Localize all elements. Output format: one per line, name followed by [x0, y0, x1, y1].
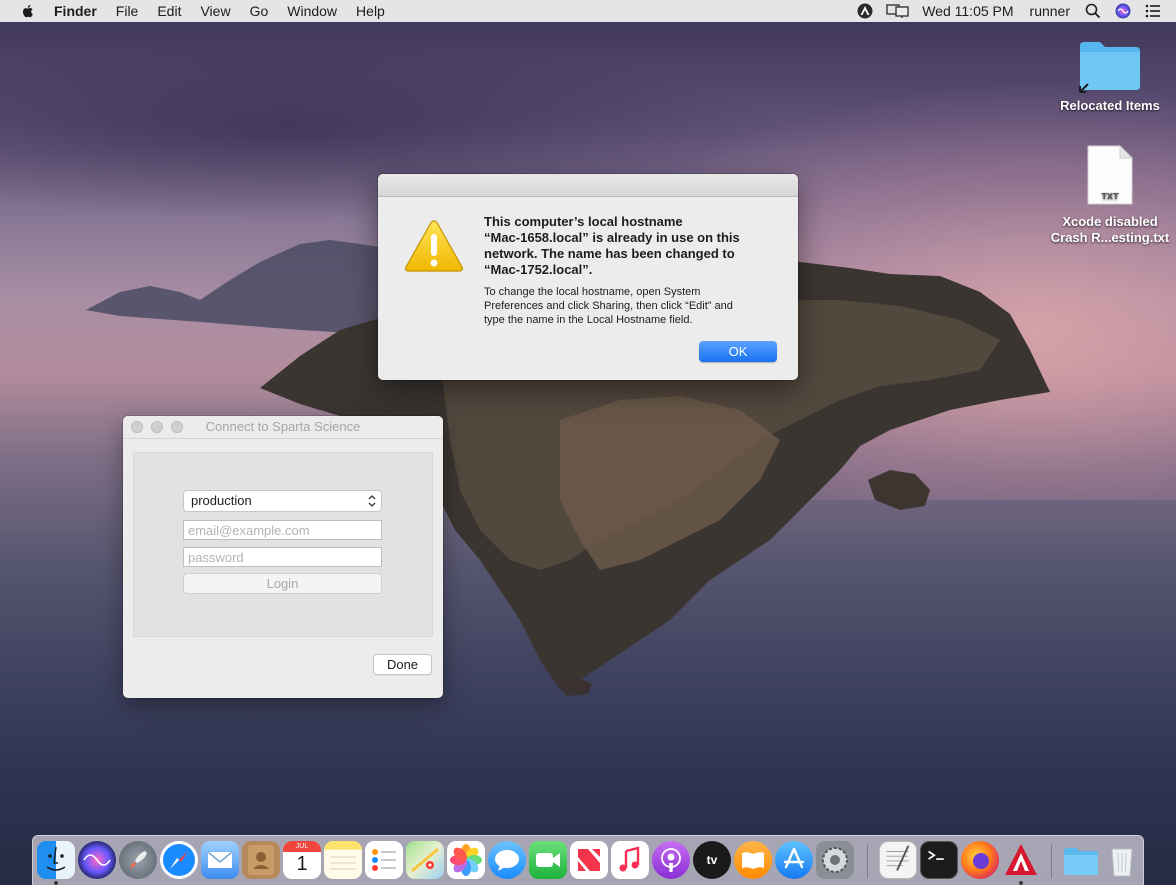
search-icon[interactable] [1084, 2, 1102, 20]
apple-tv-icon[interactable]: tv [693, 841, 731, 879]
environment-select-value: production [191, 493, 252, 508]
menu-extras: Wed 11:05 PM runner [856, 0, 1176, 22]
siri-dock-icon[interactable] [78, 841, 116, 879]
safari-icon[interactable] [160, 841, 198, 879]
firefox-icon[interactable] [961, 841, 999, 879]
desktop-item-label: Relocated Items [1060, 98, 1160, 113]
menu-window[interactable]: Window [287, 3, 337, 19]
login-button[interactable]: Login [183, 573, 382, 594]
alert-message-body: To change the local hostname, open Syste… [484, 285, 774, 327]
desktop-item-label-line1: Xcode disabled [1062, 214, 1158, 229]
alert-titlebar[interactable] [378, 174, 798, 197]
music-icon[interactable] [611, 841, 649, 879]
display-mirroring-icon[interactable] [886, 2, 910, 20]
ok-button[interactable]: OK [699, 341, 777, 362]
menubar-clock[interactable]: Wed 11:05 PM [922, 3, 1013, 19]
menu-help[interactable]: Help [356, 3, 385, 19]
trash-icon[interactable] [1103, 841, 1141, 879]
folder-alias-icon [1079, 42, 1140, 93]
password-field[interactable] [183, 547, 382, 567]
hostname-alert-dialog: This computer’s local hostname “Mac-1658… [378, 174, 798, 380]
launchpad-icon[interactable] [119, 841, 157, 879]
maps-icon[interactable] [406, 841, 444, 879]
messages-icon[interactable] [488, 841, 526, 879]
menu-go[interactable]: Go [250, 3, 269, 19]
text-file-icon: TXT [1087, 144, 1134, 205]
window-title: Connect to Sparta Science [205, 419, 361, 434]
connect-titlebar[interactable]: Connect to Sparta Science [123, 416, 443, 439]
finder-running-indicator [54, 881, 58, 885]
email-field[interactable] [183, 520, 382, 540]
app-store-icon[interactable] [775, 841, 813, 879]
podcasts-icon[interactable] [652, 841, 690, 879]
sparta-science-icon[interactable] [1002, 841, 1040, 879]
control-list-icon[interactable] [1144, 2, 1162, 20]
alert-title-line: network. The name has been changed to [484, 246, 735, 261]
tv-label: tv [706, 853, 718, 867]
photos-icon[interactable] [447, 841, 485, 879]
menu-app-finder[interactable]: Finder [54, 3, 97, 19]
calendar-day: 1 [296, 853, 308, 875]
calendar-icon[interactable]: JUL 1 [283, 841, 321, 879]
menubar-user[interactable]: runner [1030, 3, 1070, 19]
menu-bar: Finder File Edit View Go Window Help Wed… [0, 0, 1176, 22]
mail-icon[interactable] [201, 841, 239, 879]
environment-select[interactable]: production [183, 490, 382, 512]
alert-title-line: This computer’s local hostname [484, 214, 683, 229]
login-panel [133, 452, 433, 637]
terminal-icon[interactable] [920, 841, 958, 879]
alert-body-line: To change the local hostname, open Syste… [484, 286, 701, 298]
calendar-month: JUL [283, 841, 321, 852]
contacts-icon[interactable] [242, 841, 280, 879]
alert-message-title: This computer’s local hostname “Mac-1658… [484, 214, 774, 278]
apple-menu-icon[interactable] [20, 3, 36, 19]
menu-edit[interactable]: Edit [157, 3, 181, 19]
desktop-item-crash-report[interactable]: TXT Xcode disabled Crash R...esting.txt [1050, 144, 1170, 246]
siri-icon[interactable] [1114, 2, 1132, 20]
connect-window: Connect to Sparta Science production Log… [123, 416, 443, 698]
reminders-icon[interactable] [365, 841, 403, 879]
news-icon[interactable] [570, 841, 608, 879]
dock: JUL 1 tv [32, 835, 1144, 885]
dock-separator [867, 844, 868, 878]
chevron-up-down-icon [368, 495, 376, 507]
system-preferences-icon[interactable] [816, 841, 854, 879]
facetime-icon[interactable] [529, 841, 567, 879]
downloads-folder-icon[interactable] [1062, 841, 1100, 879]
finder-icon[interactable] [37, 841, 75, 879]
sparta-status-icon[interactable] [856, 2, 874, 20]
alert-body-line: Preferences and click Sharing, then clic… [484, 300, 733, 312]
alert-title-line: “Mac-1752.local”. [484, 262, 593, 277]
file-type-label: TXT [1101, 192, 1119, 201]
done-button[interactable]: Done [373, 654, 432, 675]
menu-view[interactable]: View [200, 3, 230, 19]
books-icon[interactable] [734, 841, 772, 879]
sparta-running-indicator [1019, 881, 1023, 885]
textedit-icon[interactable] [879, 841, 917, 879]
alert-body-line: type the name in the Local Hostname fiel… [484, 314, 693, 326]
notes-icon[interactable] [324, 841, 362, 879]
warning-icon [404, 220, 464, 272]
dock-separator [1051, 844, 1052, 878]
menu-file[interactable]: File [116, 3, 139, 19]
desktop-item-relocated-items[interactable]: Relocated Items [1050, 38, 1170, 114]
desktop-item-label-line2: Crash R...esting.txt [1050, 230, 1170, 245]
alert-title-line: “Mac-1658.local” is already in use on th… [484, 230, 740, 245]
